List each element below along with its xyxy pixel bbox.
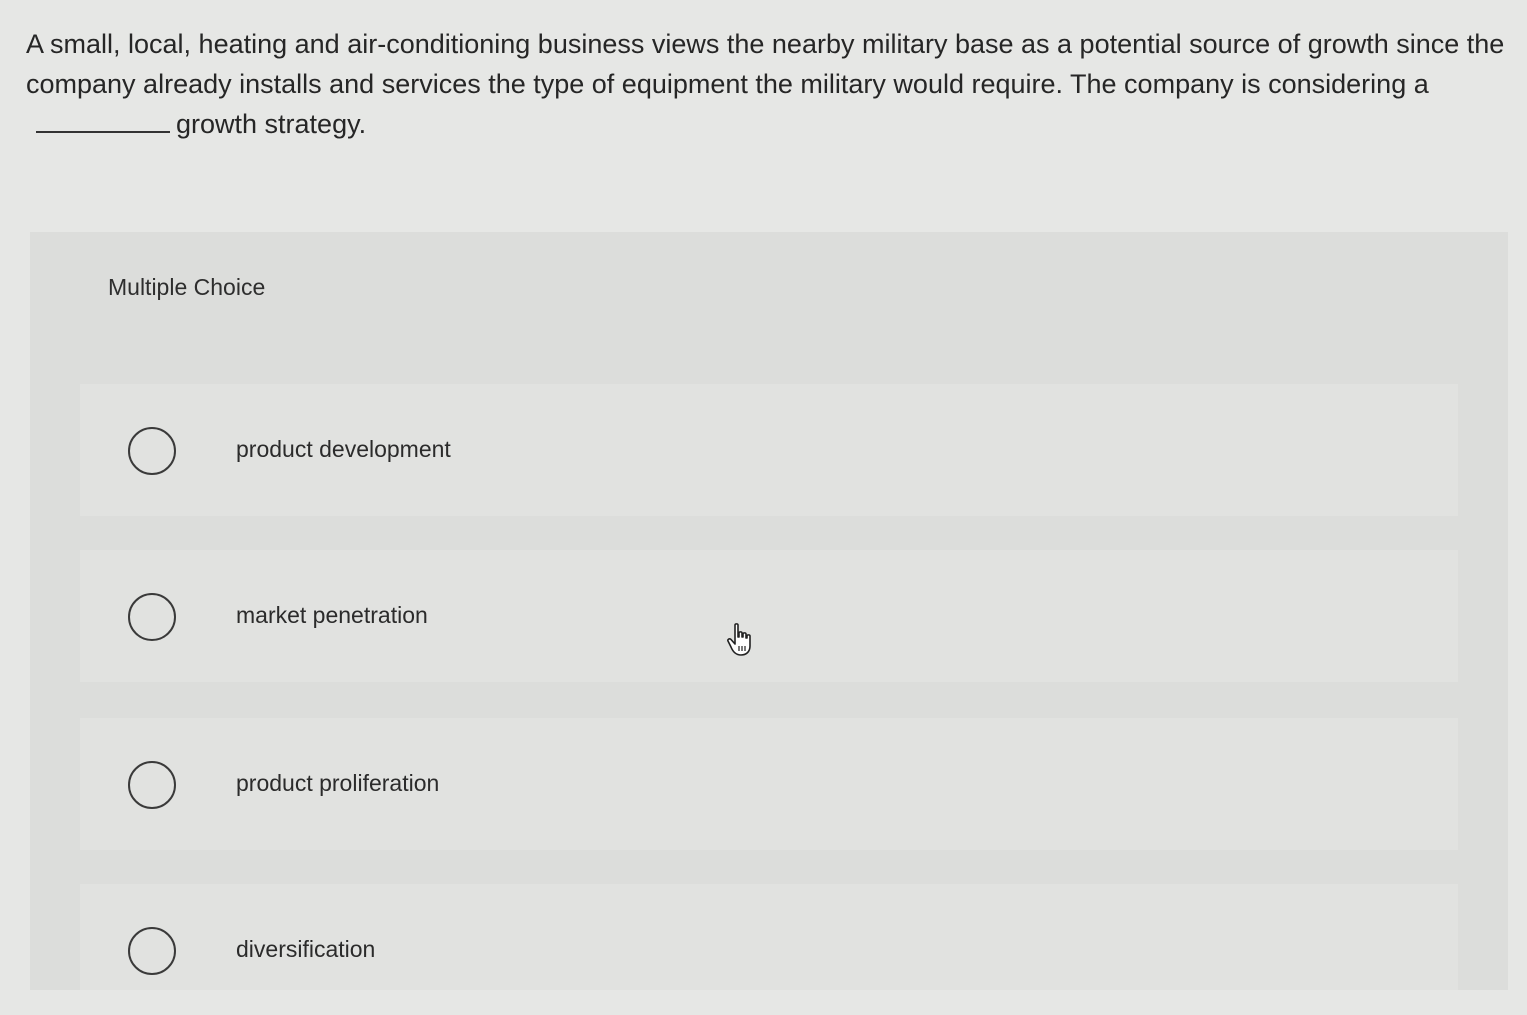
- option-product-development[interactable]: product development: [80, 384, 1458, 516]
- multiple-choice-panel: Multiple Choice product development mark…: [30, 232, 1508, 990]
- option-label: product proliferation: [236, 770, 440, 796]
- question-text-before: A small, local, heating and air-conditio…: [26, 29, 1505, 99]
- option-label: product development: [236, 436, 451, 462]
- option-label: diversification: [236, 936, 376, 962]
- radio-button[interactable]: [128, 593, 176, 641]
- question-text: A small, local, heating and air-conditio…: [26, 24, 1506, 144]
- radio-button[interactable]: [128, 427, 176, 475]
- option-product-proliferation[interactable]: product proliferation: [80, 718, 1458, 850]
- panel-heading: Multiple Choice: [108, 274, 266, 300]
- answer-blank: [36, 107, 170, 133]
- option-diversification[interactable]: diversification: [80, 884, 1458, 990]
- option-label: market penetration: [236, 602, 428, 628]
- hand-pointer-icon: [727, 623, 751, 656]
- question-text-after: growth strategy.: [176, 109, 367, 139]
- option-market-penetration[interactable]: market penetration: [80, 550, 1458, 682]
- radio-button[interactable]: [128, 927, 176, 975]
- radio-button[interactable]: [128, 761, 176, 809]
